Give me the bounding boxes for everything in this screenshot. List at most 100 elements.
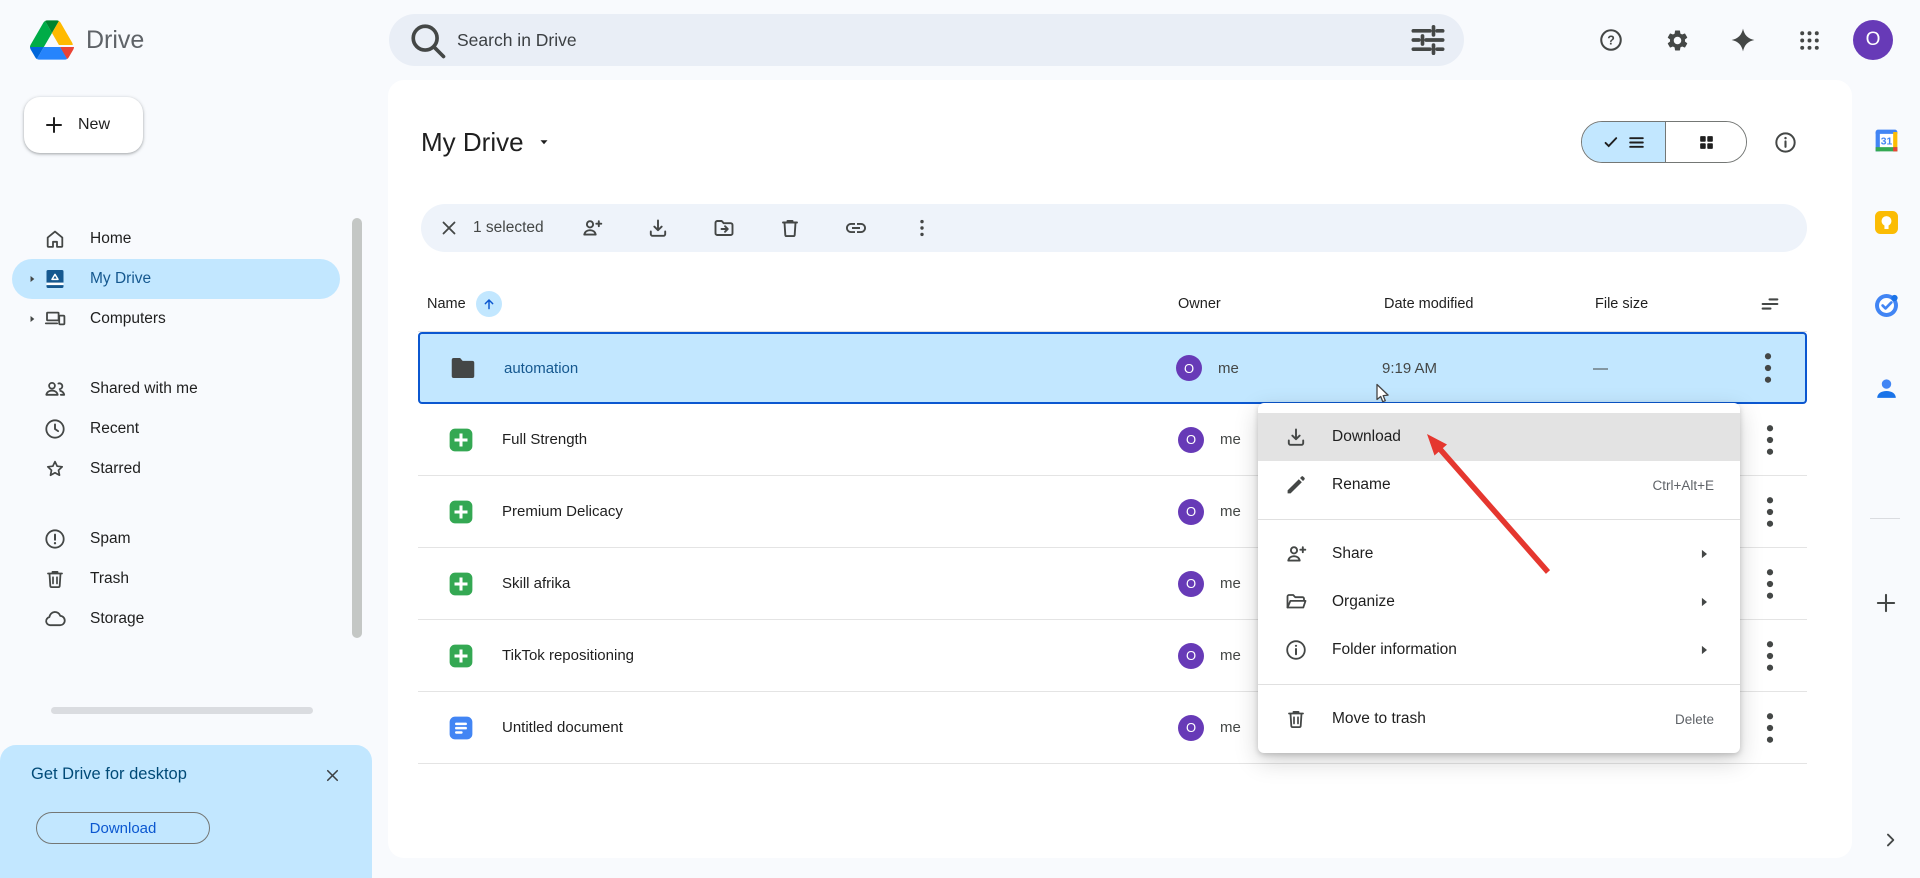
document-icon bbox=[446, 713, 476, 743]
settings-gear-icon[interactable] bbox=[1655, 18, 1699, 62]
row-more-actions-icon[interactable] bbox=[1748, 490, 1792, 534]
menu-shortcut: Delete bbox=[1675, 712, 1714, 727]
trash-icon[interactable] bbox=[768, 206, 812, 250]
page-title-dropdown[interactable]: My Drive bbox=[421, 127, 550, 158]
column-name[interactable]: Name bbox=[427, 296, 466, 312]
sidebar-item-spam[interactable]: Spam bbox=[12, 519, 340, 559]
sort-ascending-icon[interactable] bbox=[476, 291, 502, 317]
row-more-actions-icon[interactable] bbox=[1748, 562, 1792, 606]
download-icon[interactable] bbox=[636, 206, 680, 250]
owner-name: me bbox=[1220, 647, 1241, 664]
sidebar-scrollbar[interactable] bbox=[352, 218, 362, 638]
move-to-folder-icon[interactable] bbox=[702, 206, 746, 250]
chevron-spacer bbox=[25, 420, 43, 438]
contacts-app-icon[interactable] bbox=[1864, 366, 1908, 410]
get-addons-plus-icon[interactable] bbox=[1864, 581, 1908, 625]
star-icon bbox=[43, 457, 67, 481]
sidebar: New HomeMy DriveComputers Shared with me R… bbox=[0, 80, 372, 878]
submenu-arrow-icon bbox=[1694, 592, 1714, 612]
expand-chevron-icon[interactable] bbox=[25, 270, 43, 288]
view-density-icon[interactable] bbox=[1748, 282, 1792, 326]
clear-selection-icon[interactable] bbox=[427, 206, 471, 250]
owner-name: me bbox=[1220, 503, 1241, 520]
plus-icon bbox=[42, 113, 66, 137]
selection-count: 1 selected bbox=[473, 219, 544, 237]
sidebar-item-my-drive[interactable]: My Drive bbox=[12, 259, 340, 299]
file-name: Full Strength bbox=[502, 431, 587, 448]
account-avatar[interactable]: O bbox=[1853, 20, 1893, 60]
sidebar-item-home[interactable]: Home bbox=[12, 219, 340, 259]
menu-item-download[interactable]: Download bbox=[1258, 413, 1740, 461]
file-row-automation[interactable]: automationOme9:19 AM— bbox=[418, 332, 1807, 404]
more-actions-icon[interactable] bbox=[900, 206, 944, 250]
sidebar-item-starred[interactable]: Starred bbox=[12, 449, 340, 489]
spreadsheet-icon bbox=[446, 425, 476, 455]
menu-item-right bbox=[1694, 544, 1714, 564]
search-icon[interactable] bbox=[405, 18, 449, 62]
trash-icon bbox=[43, 567, 67, 591]
chevron-spacer bbox=[25, 460, 43, 478]
share-person-add-icon[interactable] bbox=[570, 206, 614, 250]
expand-chevron-icon[interactable] bbox=[25, 310, 43, 328]
sidebar-item-shared-with-me[interactable]: Shared with me bbox=[12, 369, 340, 409]
gemini-spark-icon[interactable] bbox=[1721, 18, 1765, 62]
row-more-actions-icon[interactable] bbox=[1748, 634, 1792, 678]
row-more-actions-icon[interactable] bbox=[1748, 706, 1792, 750]
menu-item-label: Organize bbox=[1332, 593, 1395, 611]
menu-item-share[interactable]: Share bbox=[1258, 530, 1740, 578]
context-menu: DownloadRenameCtrl+Alt+E Share Organize Fol… bbox=[1258, 403, 1740, 753]
column-date-modified[interactable]: Date modified bbox=[1384, 296, 1595, 312]
date-modified-value: 9:19 AM bbox=[1382, 360, 1593, 377]
help-button[interactable]: ? bbox=[1589, 18, 1633, 62]
file-name: TikTok repositioning bbox=[502, 647, 634, 664]
sidebar-item-trash[interactable]: Trash bbox=[12, 559, 340, 599]
menu-item-label: Folder information bbox=[1332, 641, 1457, 659]
menu-item-label: Move to trash bbox=[1332, 710, 1426, 728]
row-more-actions-icon[interactable] bbox=[1748, 418, 1792, 462]
promo-close-icon[interactable] bbox=[316, 759, 348, 791]
menu-divider bbox=[1258, 684, 1740, 685]
google-apps-grid-icon[interactable] bbox=[1787, 18, 1831, 62]
row-more-actions-icon[interactable] bbox=[1746, 346, 1790, 390]
menu-item-folder-information[interactable]: Folder information bbox=[1258, 626, 1740, 674]
list-view-toggle[interactable] bbox=[1582, 122, 1666, 162]
show-side-panel-chevron-icon[interactable] bbox=[1868, 818, 1912, 862]
details-info-icon[interactable] bbox=[1763, 120, 1807, 164]
column-owner[interactable]: Owner bbox=[1178, 296, 1221, 312]
owner-name: me bbox=[1220, 719, 1241, 736]
menu-item-move-to-trash[interactable]: Move to trash Delete bbox=[1258, 695, 1740, 743]
calendar-app-icon[interactable]: 31 bbox=[1864, 118, 1908, 162]
sidebar-item-computers[interactable]: Computers bbox=[12, 299, 340, 339]
sidebar-item-label: Spam bbox=[90, 530, 131, 548]
search-options-icon[interactable] bbox=[1406, 18, 1450, 62]
sidebar-item-label: Starred bbox=[90, 460, 141, 478]
keep-app-icon[interactable] bbox=[1864, 200, 1908, 244]
column-file-size[interactable]: File size bbox=[1595, 296, 1733, 312]
tasks-app-icon[interactable] bbox=[1864, 283, 1908, 327]
menu-item-organize[interactable]: Organize bbox=[1258, 578, 1740, 626]
drive-brand[interactable]: Drive bbox=[30, 0, 144, 80]
owner-avatar: O bbox=[1176, 355, 1202, 381]
grid-view-toggle[interactable] bbox=[1666, 122, 1746, 162]
download-icon bbox=[1284, 425, 1308, 449]
file-name: Premium Delicacy bbox=[502, 503, 623, 520]
app-title: Drive bbox=[86, 26, 144, 55]
menu-item-rename[interactable]: RenameCtrl+Alt+E bbox=[1258, 461, 1740, 509]
new-button[interactable]: New bbox=[24, 97, 143, 153]
search-input[interactable] bbox=[449, 30, 1406, 51]
drive-desktop-promo: Get Drive for desktop Download bbox=[0, 745, 372, 878]
sidebar-item-storage[interactable]: Storage bbox=[12, 599, 340, 639]
sidebar-item-recent[interactable]: Recent bbox=[12, 409, 340, 449]
owner-chip: Ome bbox=[1178, 643, 1241, 669]
owner-name: me bbox=[1218, 360, 1239, 377]
nav-section-gap bbox=[12, 339, 352, 369]
spreadsheet-icon bbox=[446, 569, 476, 599]
nav-section-gap bbox=[12, 489, 352, 519]
owner-avatar: O bbox=[1178, 643, 1204, 669]
promo-download-button[interactable]: Download bbox=[36, 812, 210, 844]
submenu-arrow-icon bbox=[1694, 544, 1714, 564]
copy-link-icon[interactable] bbox=[834, 206, 878, 250]
menu-item-label: Share bbox=[1332, 545, 1373, 563]
drive-icon bbox=[43, 267, 67, 291]
sidebar-item-label: Shared with me bbox=[90, 380, 198, 398]
